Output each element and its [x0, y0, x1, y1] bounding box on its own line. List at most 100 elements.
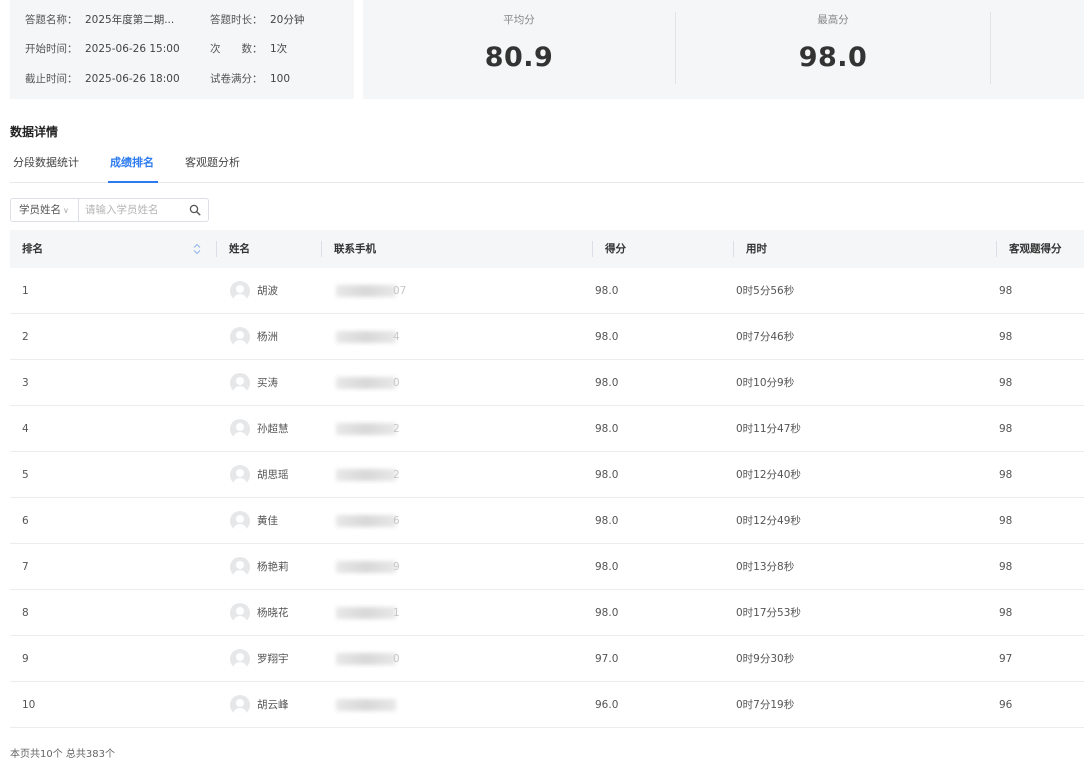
avatar — [230, 281, 250, 301]
search-icon[interactable] — [189, 204, 201, 216]
search-field-select-value: 学员姓名 — [19, 204, 61, 216]
cell-rank: 2 — [22, 331, 29, 343]
tab-segment-stats[interactable]: 分段数据统计 — [13, 154, 79, 183]
cell-objective-score: 98 — [999, 607, 1013, 619]
cell-objective-score: 98 — [999, 423, 1013, 435]
cell-time: 0时5分56秒 — [736, 285, 795, 297]
cell-objective-score: 98 — [999, 561, 1013, 573]
cell-phone-tail: 6 — [393, 515, 400, 527]
table-row: 10 胡云峰 96.0 0时7分19秒 96 — [10, 682, 1084, 728]
avatar — [230, 419, 250, 439]
cell-time: 0时17分53秒 — [736, 607, 801, 619]
average-score-stat: 平均分 80.9 — [363, 0, 675, 99]
exam-end-row: 截止时间： 2025-06-26 18:00 — [25, 71, 180, 86]
cell-name: 买涛 — [257, 377, 278, 389]
phone-redacted — [336, 607, 396, 619]
stats-divider — [675, 12, 676, 84]
cell-name: 胡波 — [257, 285, 278, 297]
cell-time: 0时7分19秒 — [736, 699, 795, 711]
stats-card: 平均分 80.9 最高分 98.0 — [363, 0, 1084, 99]
chevron-down-icon: ∨ — [63, 206, 69, 215]
cell-rank: 10 — [22, 699, 36, 711]
phone-redacted — [336, 699, 396, 711]
cell-name: 胡思瑶 — [257, 469, 289, 481]
table-row: 5 胡思瑶 2 98.0 0时12分40秒 98 — [10, 452, 1084, 498]
sort-icon[interactable] — [193, 243, 201, 255]
phone-redacted — [336, 653, 396, 665]
cell-score: 96.0 — [595, 699, 619, 711]
cell-rank: 9 — [22, 653, 29, 665]
cell-phone-tail: 2 — [393, 423, 400, 435]
cell-rank: 1 — [22, 285, 29, 297]
max-score-label: 最高分 — [817, 14, 849, 26]
cell-score: 98.0 — [595, 423, 619, 435]
table-row: 3 买涛 0 98.0 0时10分9秒 98 — [10, 360, 1084, 406]
phone-redacted — [336, 331, 396, 343]
cell-name: 杨洲 — [257, 331, 278, 343]
table-row: 7 杨艳莉 9 98.0 0时13分8秒 98 — [10, 544, 1084, 590]
cell-phone-tail: 0 — [393, 377, 400, 389]
table-row: 2 杨洲 4 98.0 0时7分46秒 98 — [10, 314, 1084, 360]
exam-start-row: 开始时间： 2025-06-26 15:00 — [25, 41, 180, 56]
tab-bar: 分段数据统计 成绩排名 客观题分析 — [10, 152, 1084, 183]
table-row: 4 孙超慧 2 98.0 0时11分47秒 98 — [10, 406, 1084, 452]
exam-full-score-value: 100 — [270, 73, 291, 85]
header-divider — [733, 241, 734, 257]
max-score-value: 98.0 — [798, 42, 868, 73]
cell-name: 罗翔宇 — [257, 653, 289, 665]
exam-attempts-value: 1次 — [270, 43, 288, 55]
exam-duration-row: 答题时长： 20分钟 — [210, 12, 304, 27]
table-body: 1 胡波 07 98.0 0时5分56秒 98 2 杨洲 4 98.0 0时7分46秒 98 3 买涛 0 9… — [10, 268, 1084, 728]
header-name: 姓名 — [229, 243, 250, 255]
cell-rank: 8 — [22, 607, 29, 619]
avatar — [230, 649, 250, 669]
cell-name: 孙超慧 — [257, 423, 289, 435]
cell-score: 98.0 — [595, 515, 619, 527]
search-field-select[interactable]: 学员姓名 ∨ — [11, 199, 79, 221]
tab-score-ranking[interactable]: 成绩排名 — [110, 154, 154, 183]
exam-attempts-label: 次 数： — [210, 43, 263, 55]
avatar — [230, 327, 250, 347]
table-row: 1 胡波 07 98.0 0时5分56秒 98 — [10, 268, 1084, 314]
table-row: 8 杨晓花 1 98.0 0时17分53秒 98 — [10, 590, 1084, 636]
cell-score: 98.0 — [595, 607, 619, 619]
exam-start-label: 开始时间： — [25, 43, 78, 55]
cell-name: 杨晓花 — [257, 607, 289, 619]
cell-name: 黄佳 — [257, 515, 278, 527]
exam-full-score-label: 试卷满分： — [210, 73, 263, 85]
max-score-stat: 最高分 98.0 — [677, 0, 989, 99]
header-divider — [321, 241, 322, 257]
average-score-label: 平均分 — [503, 14, 535, 26]
cell-time: 0时11分47秒 — [736, 423, 801, 435]
exam-name-row: 答题名称： 2025年度第二期... — [25, 12, 174, 27]
section-title: 数据详情 — [10, 125, 59, 139]
avatar — [230, 465, 250, 485]
phone-redacted — [336, 561, 396, 573]
cell-rank: 4 — [22, 423, 29, 435]
cell-objective-score: 98 — [999, 331, 1013, 343]
active-tab-indicator — [108, 181, 158, 183]
avatar — [230, 557, 250, 577]
cell-score: 98.0 — [595, 331, 619, 343]
cell-time: 0时9分30秒 — [736, 653, 795, 665]
cell-rank: 3 — [22, 377, 29, 389]
exam-attempts-row: 次 数： 1次 — [210, 41, 287, 56]
phone-redacted — [336, 377, 396, 389]
cell-rank: 6 — [22, 515, 29, 527]
header-objective-score: 客观题得分 — [1009, 243, 1062, 255]
header-divider — [592, 241, 593, 257]
cell-rank: 7 — [22, 561, 29, 573]
ranking-table: 排名 姓名 联系手机 得分 用时 客观题得分 1 胡波 07 98.0 0时5分56秒 9… — [10, 230, 1084, 728]
cell-time: 0时12分49秒 — [736, 515, 801, 527]
cell-time: 0时13分8秒 — [736, 561, 795, 573]
cell-score: 98.0 — [595, 561, 619, 573]
search-box: 学员姓名 ∨ — [10, 198, 209, 222]
search-input[interactable] — [85, 199, 185, 221]
exam-name-value: 2025年度第二期... — [85, 14, 175, 26]
cell-time: 0时12分40秒 — [736, 469, 801, 481]
tab-objective-analysis[interactable]: 客观题分析 — [185, 154, 240, 183]
phone-redacted — [336, 469, 396, 481]
table-row: 6 黄佳 6 98.0 0时12分49秒 98 — [10, 498, 1084, 544]
table-row: 9 罗翔宇 0 97.0 0时9分30秒 97 — [10, 636, 1084, 682]
cell-score: 97.0 — [595, 653, 619, 665]
